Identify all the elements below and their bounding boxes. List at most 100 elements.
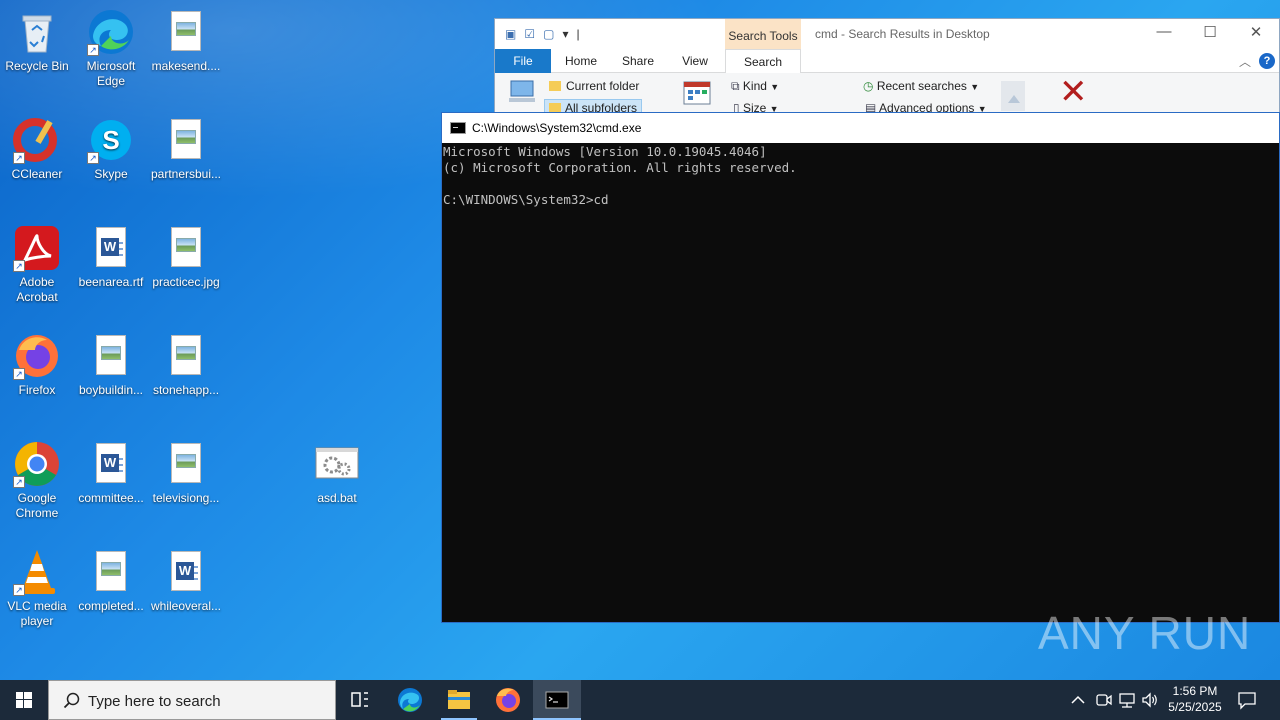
desktop-icon-recycle-bin[interactable]: Recycle Bin xyxy=(0,8,74,74)
shortcut-arrow-icon: ↗ xyxy=(13,368,25,380)
desktop-icon-label: partnersbui... xyxy=(150,167,222,181)
desktop-icon-makesend[interactable]: makesend.... xyxy=(149,8,223,74)
tab-search[interactable]: Search xyxy=(725,49,801,74)
task-view-icon xyxy=(351,692,368,707)
ccleaner-icon: ↗ xyxy=(13,116,61,164)
date-modified-icon[interactable] xyxy=(683,79,711,108)
clock-time: 1:56 PM xyxy=(1172,684,1218,698)
minimize-button[interactable]: — xyxy=(1141,23,1187,40)
desktop-icon-label: practicec.jpg xyxy=(152,275,220,289)
desktop-icon-committee[interactable]: W committee... xyxy=(74,440,148,506)
cmd-window-title: C:\Windows\System32\cmd.exe xyxy=(472,121,642,135)
collapse-ribbon-icon[interactable]: ︿ xyxy=(1239,53,1251,70)
cmd-window[interactable]: C:\Windows\System32\cmd.exe Microsoft Wi… xyxy=(441,112,1280,623)
desktop-icon-label: boybuildin... xyxy=(78,383,144,397)
tab-share[interactable]: Share xyxy=(611,49,665,73)
desktop-icon-microsoft-edge[interactable]: ↗ Microsoft Edge xyxy=(74,8,148,89)
desktop-icon-label: Recycle Bin xyxy=(5,59,69,73)
recent-searches-label: Recent searches xyxy=(876,79,967,93)
open-file-location-icon[interactable] xyxy=(1001,81,1025,111)
taskbar-file-explorer[interactable] xyxy=(435,680,483,720)
tab-file[interactable]: File xyxy=(495,49,551,73)
folder-icon[interactable]: ▣ xyxy=(505,27,516,41)
desktop-icon-label: beenarea.rtf xyxy=(78,275,144,289)
chevron-down-icon: ▼ xyxy=(970,82,980,92)
taskbar-edge[interactable] xyxy=(386,680,434,720)
shortcut-arrow-icon: ↗ xyxy=(13,152,25,164)
help-icon[interactable]: ? xyxy=(1259,53,1275,69)
desktop-icon-label: Google Chrome xyxy=(15,491,59,520)
current-folder-button[interactable]: Current folder xyxy=(549,79,639,93)
desktop-icon-firefox[interactable]: ↗ Firefox xyxy=(0,332,74,398)
shortcut-arrow-icon: ↗ xyxy=(87,44,99,56)
desktop-icon-ccleaner[interactable]: ↗ CCleaner xyxy=(0,116,74,182)
edge-icon: ↗ xyxy=(87,8,135,56)
search-placeholder: Type here to search xyxy=(88,693,221,710)
desktop-icon-boybuildin[interactable]: boybuildin... xyxy=(74,332,148,398)
desktop-icon-asd-bat[interactable]: asd.bat xyxy=(300,440,374,506)
start-button[interactable] xyxy=(0,680,48,720)
kind-dropdown[interactable]: ⧉ Kind ▼ xyxy=(731,79,779,94)
taskbar-firefox[interactable] xyxy=(484,680,532,720)
svg-text:S: S xyxy=(102,125,119,155)
desktop-icon-stonehapp[interactable]: stonehapp... xyxy=(149,332,223,398)
image-file-icon xyxy=(87,548,135,596)
firefox-icon: ↗ xyxy=(13,332,61,380)
recent-searches-icon: ◷ xyxy=(863,79,874,93)
desktop-icon-label: asd.bat xyxy=(317,491,357,505)
desktop-icon-label: stonehapp... xyxy=(152,383,220,397)
properties-icon[interactable]: ☑ xyxy=(524,27,535,41)
desktop-icon-practicec[interactable]: practicec.jpg xyxy=(149,224,223,290)
desktop-icon-label: VLC media player xyxy=(7,599,67,628)
batch-file-gears-icon xyxy=(313,440,361,488)
close-button[interactable]: ✕ xyxy=(1233,23,1279,41)
desktop-icon-google-chrome[interactable]: ↗ Google Chrome xyxy=(0,440,74,521)
cmd-title-bar[interactable]: C:\Windows\System32\cmd.exe xyxy=(442,113,1279,143)
image-file-icon xyxy=(162,440,210,488)
edge-icon xyxy=(398,688,422,712)
toolbar-separator: | xyxy=(576,27,580,41)
firefox-icon xyxy=(496,688,520,712)
tab-view[interactable]: View xyxy=(669,49,721,73)
this-pc-icon[interactable] xyxy=(507,79,537,103)
desktop-icon-beenarea[interactable]: W beenarea.rtf xyxy=(74,224,148,290)
new-folder-icon[interactable]: ▢ xyxy=(543,27,554,41)
taskbar-search-box[interactable]: Type here to search xyxy=(48,680,336,720)
desktop-icon-whileoveral[interactable]: W whileoveral... xyxy=(149,548,223,614)
desktop-icon-label: Firefox xyxy=(18,383,56,397)
tab-home[interactable]: Home xyxy=(555,49,607,73)
desktop-icon-label: Adobe Acrobat xyxy=(16,275,58,304)
desktop-icon-televisiong[interactable]: televisiong... xyxy=(149,440,223,506)
explorer-window-title: cmd - Search Results in Desktop xyxy=(815,27,990,41)
console-prompt-line[interactable]: C:\WINDOWS\System32>cd xyxy=(443,192,1279,208)
volume-icon[interactable] xyxy=(1140,690,1160,720)
close-search-icon[interactable]: ✕ xyxy=(1059,75,1088,109)
shortcut-arrow-icon: ↗ xyxy=(13,476,25,488)
desktop-icon-completed[interactable]: completed... xyxy=(74,548,148,614)
explorer-title-bar[interactable]: ▣ ☑ ▢ ▾ | Search Tools cmd - Search Resu… xyxy=(495,19,1279,49)
taskbar-clock[interactable]: 1:56 PM 5/25/2025 xyxy=(1160,683,1230,715)
desktop-icon-label: committee... xyxy=(78,491,144,505)
action-center-notification-icon[interactable] xyxy=(1236,689,1258,720)
desktop-icon-adobe-acrobat[interactable]: ↗ Adobe Acrobat xyxy=(0,224,74,305)
desktop-icon-skype[interactable]: S ↗ Skype xyxy=(74,116,148,182)
desktop-icon-partnersbui[interactable]: partnersbui... xyxy=(149,116,223,182)
desktop-icon-vlc[interactable]: ↗ VLC media player xyxy=(0,548,74,629)
word-document-icon: W xyxy=(162,548,210,596)
search-tools-context-tab: Search Tools xyxy=(725,19,801,49)
recent-searches-dropdown[interactable]: ◷ Recent searches ▼ xyxy=(863,79,979,93)
network-icon[interactable] xyxy=(1117,690,1137,720)
maximize-button[interactable]: ☐ xyxy=(1187,23,1233,41)
desktop-icon-label: whileoveral... xyxy=(150,599,222,613)
task-view-button[interactable] xyxy=(336,680,384,720)
meet-now-icon[interactable] xyxy=(1094,690,1114,720)
console-output[interactable]: Microsoft Windows [Version 10.0.19045.40… xyxy=(442,143,1279,208)
recycle-bin-icon xyxy=(13,8,61,56)
chevron-down-icon[interactable]: ▾ xyxy=(562,27,568,41)
show-hidden-icons-chevron-up-icon[interactable] xyxy=(1068,690,1088,720)
image-file-icon xyxy=(162,332,210,380)
file-explorer-window[interactable]: ▣ ☑ ▢ ▾ | Search Tools cmd - Search Resu… xyxy=(494,18,1280,119)
taskbar-cmd[interactable] xyxy=(533,680,581,720)
quick-access-toolbar: ▣ ☑ ▢ ▾ | xyxy=(505,27,580,41)
